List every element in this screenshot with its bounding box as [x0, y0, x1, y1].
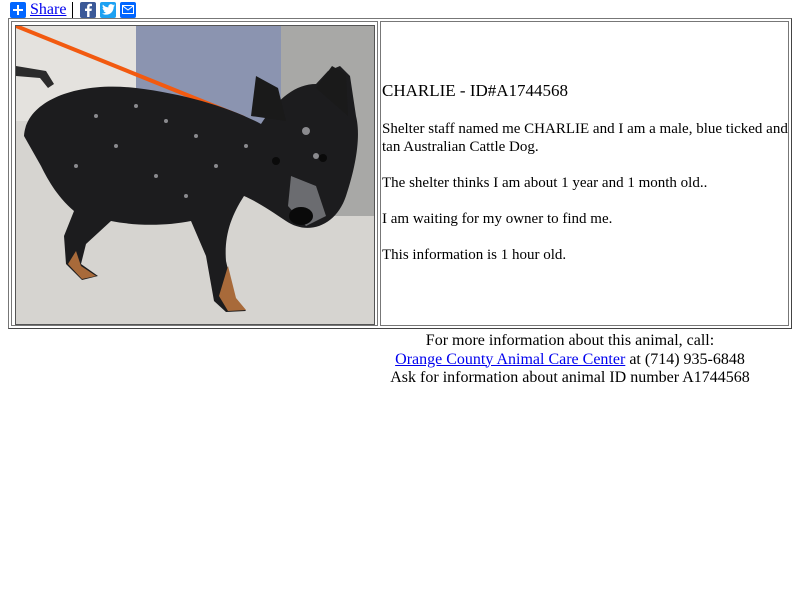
twitter-icon[interactable]	[100, 1, 117, 18]
facebook-icon[interactable]	[80, 1, 97, 18]
shelter-link[interactable]: Orange County Animal Care Center	[395, 351, 625, 368]
contact-heading: For more information about this animal, …	[425, 332, 715, 349]
email-icon[interactable]	[120, 1, 137, 18]
info-age-text: This information is 1 hour old.	[382, 247, 567, 263]
animal-table: CHARLIE - ID#A1744568 Shelter staff name…	[8, 18, 792, 329]
share-toolbar: Share	[10, 1, 140, 18]
contact-info: For more information about this animal, …	[370, 332, 770, 388]
status-text: I am waiting for my owner to find me.	[382, 211, 613, 227]
share-link[interactable]: Share	[30, 1, 66, 19]
age-text: The shelter thinks I am about 1 year and…	[382, 175, 708, 191]
animal-title: CHARLIE - ID#A1744568	[382, 81, 569, 100]
contact-shelter-line: Orange County Animal Care Center at (714…	[370, 351, 770, 370]
animal-info: CHARLIE - ID#A1744568 Shelter staff name…	[382, 80, 788, 282]
shelter-phone: at (714) 935-6848	[625, 350, 745, 368]
plus-icon[interactable]	[10, 1, 26, 18]
contact-id-line: Ask for information about animal ID numb…	[390, 369, 750, 386]
info-cell: CHARLIE - ID#A1744568 Shelter staff name…	[380, 21, 789, 326]
animal-photo	[15, 25, 375, 325]
description-text: Shelter staff named me CHARLIE and I am …	[382, 121, 788, 155]
share-divider	[72, 1, 74, 18]
photo-cell	[11, 21, 378, 326]
